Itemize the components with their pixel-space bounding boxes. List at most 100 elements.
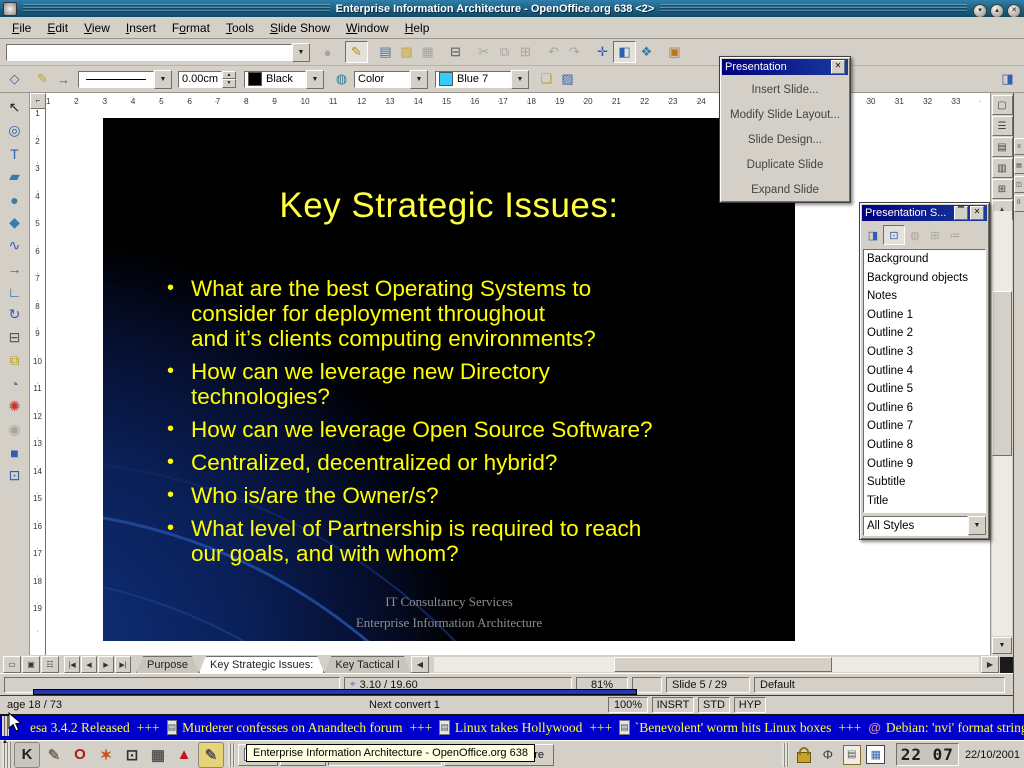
url-input[interactable]	[6, 44, 292, 61]
menu-view[interactable]: View	[76, 19, 118, 37]
alignment-tool-icon[interactable]: ⊟	[3, 326, 27, 349]
fill-type-select[interactable]: Color ▼	[354, 70, 428, 89]
menu-window[interactable]: Window	[338, 19, 397, 37]
style-item[interactable]: Background	[864, 250, 985, 269]
slide-mode-icon[interactable]: ▭	[3, 656, 21, 673]
style-filter-select[interactable]: All Styles ▼	[863, 516, 986, 536]
shadow-icon[interactable]: ❏	[536, 69, 557, 89]
pen-icon[interactable]: ✎	[32, 69, 53, 89]
fill-color-select[interactable]: Blue 7 ▼	[435, 70, 529, 89]
butterfly-app-icon[interactable]: ✶	[94, 743, 118, 767]
presentation-box-icon[interactable]: ◨	[997, 69, 1018, 89]
arrowheads-icon[interactable]: →	[53, 69, 74, 89]
print-icon[interactable]: ⊟	[445, 42, 466, 62]
slide[interactable]: Key Strategic Issues: •What are the best…	[103, 118, 795, 641]
zoom-tool-icon[interactable]: ◎	[3, 119, 27, 142]
curve-tool-icon[interactable]: ∿	[3, 234, 27, 257]
slide-title[interactable]: Key Strategic Issues:	[103, 186, 795, 226]
power-icon[interactable]: Φ	[818, 745, 838, 765]
notes-view-icon[interactable]: ▥	[992, 158, 1013, 178]
menu-file[interactable]: File	[4, 19, 39, 37]
style-item[interactable]: Outline 1	[864, 306, 985, 325]
bg-edge-icon-1[interactable]: ≡	[1014, 138, 1024, 155]
master-mode-icon[interactable]: ▣	[22, 656, 40, 673]
first-slide-icon[interactable]: |◀	[64, 656, 80, 673]
toolbox-item-duplicate-slide[interactable]: Duplicate Slide	[720, 152, 850, 177]
rectangle-tool-icon[interactable]: ▰	[3, 165, 27, 188]
effects-tool-icon[interactable]: ✺	[3, 395, 27, 418]
hyperlink-bar-icon[interactable]: ❖	[636, 42, 657, 62]
acrobat-reader-icon[interactable]: ▲	[172, 743, 196, 767]
bg-edge-icon-3[interactable]: ◫	[1014, 176, 1024, 193]
padlock-icon[interactable]	[794, 745, 814, 765]
menu-insert[interactable]: Insert	[118, 19, 164, 37]
line-width-spinner[interactable]: 0.00cm ▲▼	[178, 71, 236, 88]
style-item[interactable]: Outline 6	[864, 399, 985, 418]
vertical-scrollbar[interactable]	[992, 211, 1012, 636]
terminal-monitor-icon[interactable]: ⊡	[120, 743, 144, 767]
text-tool-icon[interactable]: T	[3, 142, 27, 165]
maximize-button[interactable]: ▴	[990, 4, 1004, 18]
menu-format[interactable]: Format	[164, 19, 218, 37]
style-item[interactable]: Outline 9	[864, 455, 985, 474]
minimize-button[interactable]: ▾	[973, 4, 987, 18]
gallery-icon[interactable]: ▣	[664, 42, 685, 62]
line-color-value[interactable]: Black	[244, 71, 306, 88]
graphic-styles-icon[interactable]: ◨	[863, 226, 883, 244]
style-item[interactable]: Outline 3	[864, 343, 985, 362]
k-menu-icon[interactable]: K	[14, 742, 40, 768]
handout-view-icon[interactable]: ⊞	[992, 179, 1013, 199]
spin-down-icon[interactable]: ▼	[222, 79, 236, 88]
style-item[interactable]: Outline 4	[864, 362, 985, 381]
style-item[interactable]: Background objects	[864, 269, 985, 288]
display-settings-icon[interactable]: ▦	[146, 743, 170, 767]
objects3d-tool-icon[interactable]: ◆	[3, 211, 27, 234]
ticker-item-text[interactable]: `Benevolent' worm hits Linux boxes	[635, 720, 832, 736]
new-document-icon[interactable]: ▤	[375, 42, 396, 62]
select-tool-icon[interactable]: ↖	[3, 96, 27, 119]
window-menu-icon[interactable]	[3, 2, 17, 16]
prev-slide-icon[interactable]: ◀	[81, 656, 97, 673]
status-slide-field[interactable]: Slide 5 / 29	[666, 677, 750, 693]
news-ticker[interactable]: esa 3.4.2 Released+++▤Murderer confesses…	[0, 714, 1024, 740]
fill-color-dropdown-icon[interactable]: ▼	[511, 70, 529, 89]
style-item[interactable]: Outline 7	[864, 417, 985, 436]
fill-type-dropdown-icon[interactable]: ▼	[410, 70, 428, 89]
titlebar[interactable]: Enterprise Information Architecture - Op…	[0, 0, 1024, 17]
style-item[interactable]: Outline 8	[864, 436, 985, 455]
area-style-icon[interactable]: ◍	[331, 69, 352, 89]
style-item[interactable]: Outline 5	[864, 380, 985, 399]
bg-edge-icon-2[interactable]: ▤	[1014, 157, 1024, 174]
connector-tool-icon[interactable]: ∟	[3, 280, 27, 303]
scroll-down-icon[interactable]: ▼	[992, 637, 1012, 654]
presentation-toolbox-titlebar[interactable]: Presentation ✕	[722, 59, 848, 75]
rotate-tool-icon[interactable]: ↻	[3, 303, 27, 326]
line-width-spin-buttons[interactable]: ▲▼	[222, 71, 236, 88]
toolbox-item-modify-slide-layout[interactable]: Modify Slide Layout...	[720, 102, 850, 127]
ticker-item-text[interactable]: Murderer confesses on Anandtech forum	[182, 720, 402, 736]
opera-icon[interactable]: O	[68, 743, 92, 767]
menu-edit[interactable]: Edit	[39, 19, 76, 37]
ellipse-tool-icon[interactable]: ●	[3, 188, 27, 211]
navigator-icon[interactable]: ✛	[592, 42, 613, 62]
line-width-value[interactable]: 0.00cm	[178, 71, 222, 88]
edit-file-icon[interactable]: ✎	[345, 41, 368, 63]
bg-edge-icon-4[interactable]: ⌷	[1014, 195, 1024, 212]
panel-date[interactable]: 22/10/2001	[965, 749, 1020, 761]
stylist-dock-button[interactable]: ▔	[954, 206, 968, 220]
tab-scroll-left-icon[interactable]: ◀	[411, 656, 429, 673]
slide-bullet-list[interactable]: •What are the best Operating Systems to …	[167, 276, 752, 574]
stylist-close-button[interactable]: ✕	[970, 206, 984, 220]
fill-type-value[interactable]: Color	[354, 71, 410, 88]
quanta-icon[interactable]: ✎	[198, 742, 224, 768]
style-item[interactable]: Title	[864, 492, 985, 511]
line-style-dropdown-icon[interactable]: ▼	[154, 70, 172, 89]
insert-tool-icon[interactable]: ◔	[3, 372, 27, 395]
stylist-icon[interactable]: ◧	[613, 41, 636, 63]
klipper-icon[interactable]: ▤	[842, 745, 862, 765]
horizontal-scroll-thumb[interactable]	[614, 657, 832, 672]
toolbox-item-slide-design[interactable]: Slide Design...	[720, 127, 850, 152]
open-document-icon[interactable]: ▧	[396, 42, 417, 62]
scroll-right-icon[interactable]: ▶	[981, 656, 999, 673]
presentation-styles-icon[interactable]: ⊡	[883, 225, 905, 245]
